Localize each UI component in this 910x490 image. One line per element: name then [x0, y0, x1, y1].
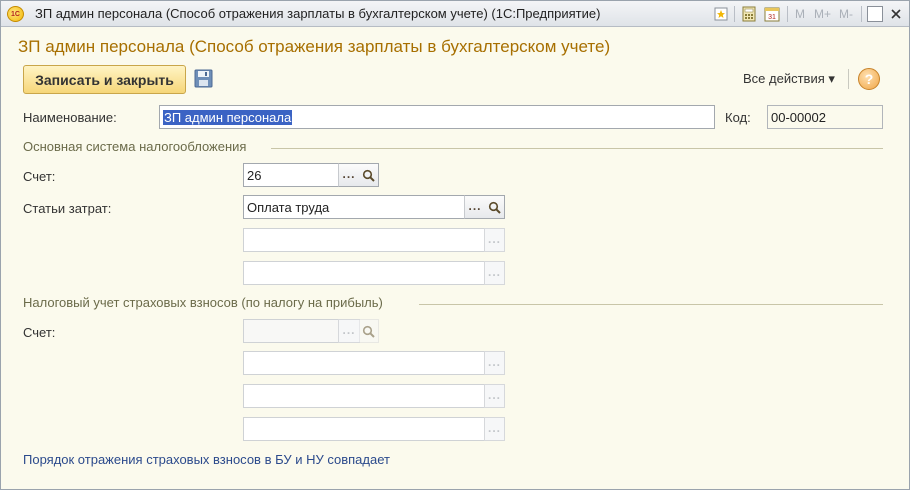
- section-main-tax: Основная система налогообложения: [23, 139, 247, 154]
- account-label: Счет:: [23, 169, 56, 184]
- subconto-3-select-button[interactable]: ...: [484, 261, 505, 285]
- save-and-close-button[interactable]: Записать и закрыть: [23, 65, 186, 94]
- calculator-icon[interactable]: [742, 5, 756, 23]
- toolbar-separator: [848, 69, 849, 89]
- form-window: 1С ЗП админ персонала (Способ отражения …: [0, 0, 910, 490]
- section-insurance-tax: Налоговый учет страховых взносов (по нал…: [23, 295, 383, 310]
- account-input[interactable]: 26: [243, 163, 339, 187]
- name-label: Наименование:: [23, 110, 117, 125]
- memory-plus-button[interactable]: M+: [814, 5, 831, 23]
- subconto-2-input[interactable]: [243, 228, 485, 252]
- toolbar-separator: [861, 6, 862, 22]
- memory-minus-button[interactable]: M-: [839, 5, 853, 23]
- account-search-button[interactable]: [359, 163, 379, 187]
- name-input[interactable]: ЗП админ персонала: [159, 105, 715, 129]
- cost-item-search-button[interactable]: [485, 195, 505, 219]
- cost-item-select-button[interactable]: ...: [464, 195, 486, 219]
- search-icon: [488, 201, 501, 214]
- insurance-sub-3-select-button[interactable]: ...: [484, 417, 505, 441]
- save-icon[interactable]: [194, 69, 213, 88]
- all-actions-menu[interactable]: Все действия ▾: [743, 71, 835, 87]
- insurance-sub-1-input[interactable]: [243, 351, 485, 375]
- star-icon[interactable]: [714, 5, 728, 23]
- minimize-icon[interactable]: [867, 5, 883, 23]
- insurance-sub-1-select-button[interactable]: ...: [484, 351, 505, 375]
- insurance-account-search-button[interactable]: [359, 319, 379, 343]
- insurance-sub-3-input[interactable]: [243, 417, 485, 441]
- svg-text:31: 31: [768, 14, 776, 21]
- insurance-sub-2-select-button[interactable]: ...: [484, 384, 505, 408]
- search-icon: [362, 325, 375, 338]
- insurance-order-link[interactable]: Порядок отражения страховых взносов в БУ…: [23, 452, 390, 467]
- memory-button[interactable]: M: [795, 5, 805, 23]
- insurance-sub-2-input[interactable]: [243, 384, 485, 408]
- account-select-button[interactable]: ...: [338, 163, 360, 187]
- code-label: Код:: [725, 110, 751, 125]
- name-value: ЗП админ персонала: [163, 110, 293, 125]
- subconto-2-select-button[interactable]: ...: [484, 228, 505, 252]
- search-icon: [362, 169, 375, 182]
- section-divider: [271, 148, 883, 149]
- insurance-account-label: Счет:: [23, 325, 56, 340]
- calendar-icon[interactable]: 31: [764, 5, 780, 23]
- cost-item-label: Статьи затрат:: [23, 201, 112, 216]
- form-title: ЗП админ персонала (Способ отражения зар…: [18, 37, 611, 56]
- close-icon[interactable]: [890, 5, 902, 23]
- window-title: ЗП админ персонала (Способ отражения зар…: [35, 6, 601, 21]
- help-icon[interactable]: ?: [858, 68, 880, 90]
- insurance-account-select-button[interactable]: ...: [338, 319, 360, 343]
- section-divider: [419, 304, 883, 305]
- insurance-account-input[interactable]: [243, 319, 339, 343]
- toolbar-separator: [787, 6, 788, 22]
- code-input[interactable]: 00-00002: [767, 105, 883, 129]
- cost-item-input[interactable]: Оплата труда: [243, 195, 465, 219]
- app-logo-icon[interactable]: 1С: [7, 6, 24, 22]
- subconto-3-input[interactable]: [243, 261, 485, 285]
- title-bar: 1С ЗП админ персонала (Способ отражения …: [1, 1, 909, 27]
- toolbar-separator: [734, 6, 735, 22]
